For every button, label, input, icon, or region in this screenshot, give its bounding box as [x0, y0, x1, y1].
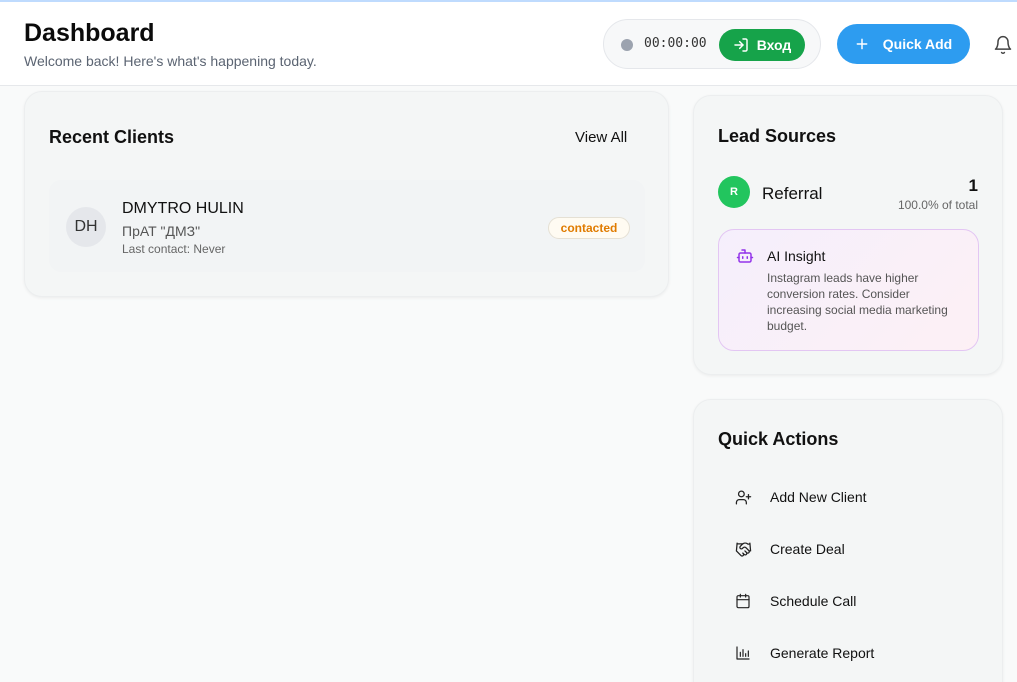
schedule-call-button[interactable]: Schedule Call	[718, 581, 980, 621]
ai-insight-title: AI Insight	[767, 248, 826, 264]
bot-icon	[736, 249, 754, 263]
timer-status-dot	[621, 39, 633, 51]
client-avatar: DH	[66, 207, 106, 247]
ai-insight-text: Instagram leads have higher conversion r…	[767, 271, 948, 333]
lead-source-percent: 100.0% of total	[897, 198, 978, 212]
lead-source-avatar: R	[718, 176, 750, 208]
generate-report-label: Generate Report	[770, 645, 875, 661]
quick-actions-card: Quick Actions Add New Client Create Deal	[693, 399, 1003, 682]
page-header: Dashboard Welcome back! Here's what's ha…	[0, 2, 1017, 86]
add-new-client-label: Add New Client	[770, 489, 867, 505]
ai-insight-box: AI Insight Instagram leads have higher c…	[718, 229, 979, 351]
client-last-contact: Last contact: Never	[122, 242, 226, 256]
clock-in-button[interactable]: Вход	[719, 29, 805, 61]
handshake-icon	[734, 540, 752, 558]
lead-source-count: 1	[968, 176, 978, 195]
page-title: Dashboard	[24, 19, 155, 47]
page-subtitle: Welcome back! Here's what's happening to…	[24, 53, 317, 69]
lead-source-name: Referral	[762, 184, 823, 203]
create-deal-button[interactable]: Create Deal	[718, 529, 980, 569]
clock-in-label: Вход	[756, 37, 792, 53]
quick-add-button[interactable]: Quick Add	[837, 24, 970, 64]
lead-sources-card: Lead Sources R Referral 1 100.0% of tota…	[693, 95, 1003, 375]
generate-report-button[interactable]: Generate Report	[718, 633, 980, 673]
recent-clients-card: Recent Clients View All DH DMYTRO HULIN …	[24, 91, 669, 297]
plus-icon	[856, 38, 868, 50]
timer-display: 00:00:00	[644, 36, 707, 51]
schedule-call-label: Schedule Call	[770, 593, 857, 609]
user-plus-icon	[734, 488, 752, 506]
client-list-item[interactable]: DH DMYTRO HULIN ПрАТ "ДМЗ" Last contact:…	[49, 180, 645, 272]
recent-clients-title: Recent Clients	[49, 127, 175, 147]
time-tracker: 00:00:00 Вход	[603, 19, 821, 69]
notification-bell-icon[interactable]	[993, 35, 1013, 55]
create-deal-label: Create Deal	[770, 541, 845, 557]
view-all-link[interactable]: View All	[575, 129, 627, 146]
log-in-icon	[733, 38, 748, 52]
add-new-client-button[interactable]: Add New Client	[718, 477, 980, 517]
client-status-badge: contacted	[548, 217, 630, 239]
client-company: ПрАТ "ДМЗ"	[122, 223, 201, 239]
lead-sources-title: Lead Sources	[718, 126, 837, 146]
calendar-icon	[734, 592, 752, 610]
client-name: DMYTRO HULIN	[122, 200, 244, 217]
quick-add-label: Quick Add	[882, 36, 953, 52]
bar-chart-icon	[734, 644, 752, 662]
quick-actions-title: Quick Actions	[718, 429, 839, 449]
